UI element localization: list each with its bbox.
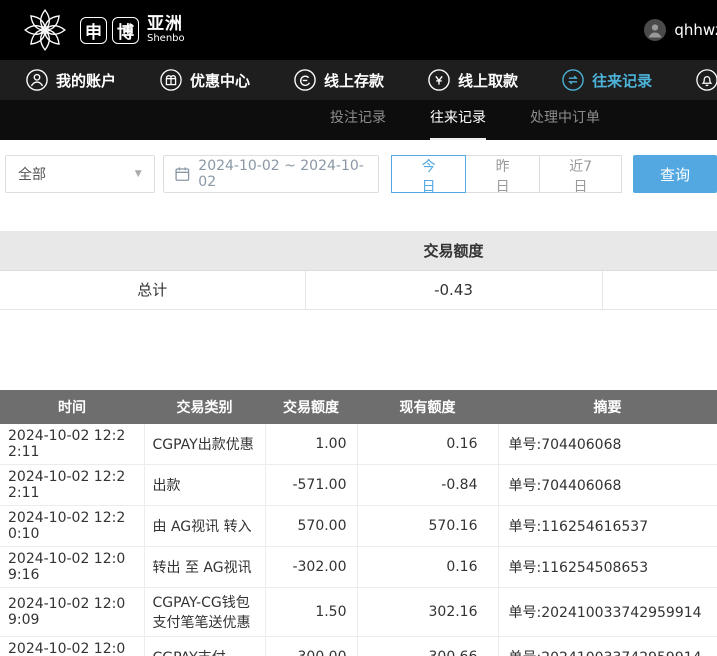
cell-summary: 单号:202410033742959914 [498,587,717,636]
user-account[interactable]: qhhwz [643,18,717,42]
nav-label: 线上取款 [458,70,518,91]
last7days-button[interactable]: 近7日 [539,155,622,193]
brand-char-shen: 申 [80,17,107,44]
cell-time: 2024-10-02 12:22:11 [0,424,144,465]
cell-summary: 单号:116254616537 [498,505,717,546]
brand-en-label: Shenbo [147,34,185,45]
nav-item-transaction-records[interactable]: 往来记录 [562,69,652,91]
nav-item-deposit[interactable]: 线上存款 [294,69,384,91]
cell-balance: 300.66 [357,636,498,656]
username-label: qhhwz [674,21,717,39]
cell-balance: 0.16 [357,546,498,587]
cell-time: 2024-10-02 12:09:16 [0,546,144,587]
cell-time: 2024-10-02 12:09:09 [0,636,144,656]
cell-summary: 单号:704406068 [498,464,717,505]
cell-amount: 300.00 [265,636,357,656]
brand-logo[interactable]: 申 博 亚洲 Shenbo [22,7,185,53]
type-select[interactable]: 全部 ▼ [5,155,155,193]
cell-amount: 1.50 [265,587,357,636]
topbar: 申 博 亚洲 Shenbo qhhwz [0,0,717,60]
nav-label: 优惠中心 [190,70,250,91]
table-row: 2024-10-02 12:22:11出款-571.00-0.84单号:7044… [0,464,717,505]
tab-processing-orders[interactable]: 处理中订单 [530,100,600,140]
cell-amount: 1.00 [265,424,357,465]
summary-header-label: 交易额度 [305,231,602,270]
nav-label: 我的账户 [56,70,116,91]
col-header-time: 时间 [0,390,144,424]
tab-betting-records[interactable]: 投注记录 [330,100,386,140]
nav-item-my-account[interactable]: 我的账户 [26,69,116,91]
calendar-icon [174,165,191,183]
query-button[interactable]: 查询 [633,155,717,193]
lotus-flower-icon [22,7,68,53]
date-range-value: 2024-10-02 ~ 2024-10-02 [198,158,368,190]
date-range-input[interactable]: 2024-10-02 ~ 2024-10-02 [163,155,380,193]
nav-label: 往来记录 [592,70,652,91]
cell-summary: 单号:116254508653 [498,546,717,587]
chevron-down-icon: ▼ [135,169,142,179]
table-row: 2024-10-02 12:20:10由 AG视讯 转入570.00570.16… [0,505,717,546]
col-header-summary: 摘要 [498,390,717,424]
cell-amount: 570.00 [265,505,357,546]
nav-item-promotions[interactable]: 优惠中心 [160,69,250,91]
summary-header-row: 交易额度 [0,231,717,270]
cell-type: CGPAY-CG钱包支付笔笔送优惠 [144,587,265,636]
brand-char-bo: 博 [112,17,139,44]
nav-item-messages[interactable]: 信息 [696,69,717,91]
cell-time: 2024-10-02 12:09:09 [0,587,144,636]
cell-time: 2024-10-02 12:22:11 [0,464,144,505]
cell-balance: 302.16 [357,587,498,636]
cell-balance: -0.84 [357,464,498,505]
cell-time: 2024-10-02 12:20:10 [0,505,144,546]
table-row: 2024-10-02 12:09:09CGPAY支付300.00300.66单号… [0,636,717,656]
summary-total-row: 总计 -0.43 [0,270,717,309]
brand-wordmark: 申 博 亚洲 Shenbo [80,16,185,44]
nav-item-withdraw[interactable]: 线上取款 [428,69,518,91]
withdraw-icon [428,69,450,91]
cell-type: 出款 [144,464,265,505]
quick-range-group: 今日 昨日 近7日 [391,155,622,193]
today-button[interactable]: 今日 [391,155,466,193]
bell-icon [696,69,717,91]
records-subnav: 投注记录 往来记录 处理中订单 [0,100,717,140]
col-header-balance: 现有额度 [357,390,498,424]
table-row: 2024-10-02 12:09:09CGPAY-CG钱包支付笔笔送优惠1.50… [0,587,717,636]
filter-bar: 全部 ▼ 2024-10-02 ~ 2024-10-02 今日 昨日 近7日 查… [0,140,717,193]
cell-amount: -571.00 [265,464,357,505]
gift-icon [160,69,182,91]
transactions-body: 2024-10-02 12:22:11CGPAY出款优惠1.000.16单号:7… [0,424,717,656]
records-icon [562,69,584,91]
cell-summary: 单号:704406068 [498,424,717,465]
cell-type: 由 AG视讯 转入 [144,505,265,546]
col-header-type: 交易类别 [144,390,265,424]
nav-label: 线上存款 [324,70,384,91]
summary-table: 交易额度 总计 -0.43 [0,231,717,310]
transactions-header-row: 时间 交易类别 交易额度 现有额度 摘要 [0,390,717,424]
summary-total-label: 总计 [0,270,305,309]
brand-region-label: 亚洲 [147,16,185,34]
table-row: 2024-10-02 12:09:16转出 至 AG视讯-302.000.16单… [0,546,717,587]
main-nav: 我的账户 优惠中心 线上存款 线上取款 [0,60,717,100]
yesterday-button[interactable]: 昨日 [465,155,540,193]
tab-transaction-records[interactable]: 往来记录 [430,100,486,140]
deposit-icon [294,69,316,91]
transactions-table: 时间 交易类别 交易额度 现有额度 摘要 2024-10-02 12:22:11… [0,390,717,656]
cell-summary: 单号:202410033742959914 [498,636,717,656]
type-select-value: 全部 [18,164,46,184]
user-avatar-icon [643,18,667,42]
table-row: 2024-10-02 12:22:11CGPAY出款优惠1.000.16单号:7… [0,424,717,465]
cell-amount: -302.00 [265,546,357,587]
cell-type: CGPAY支付 [144,636,265,656]
cell-balance: 0.16 [357,424,498,465]
user-icon [26,69,48,91]
summary-total-value: -0.43 [305,270,602,309]
cell-balance: 570.16 [357,505,498,546]
cell-type: CGPAY出款优惠 [144,424,265,465]
col-header-amount: 交易额度 [265,390,357,424]
cell-type: 转出 至 AG视讯 [144,546,265,587]
